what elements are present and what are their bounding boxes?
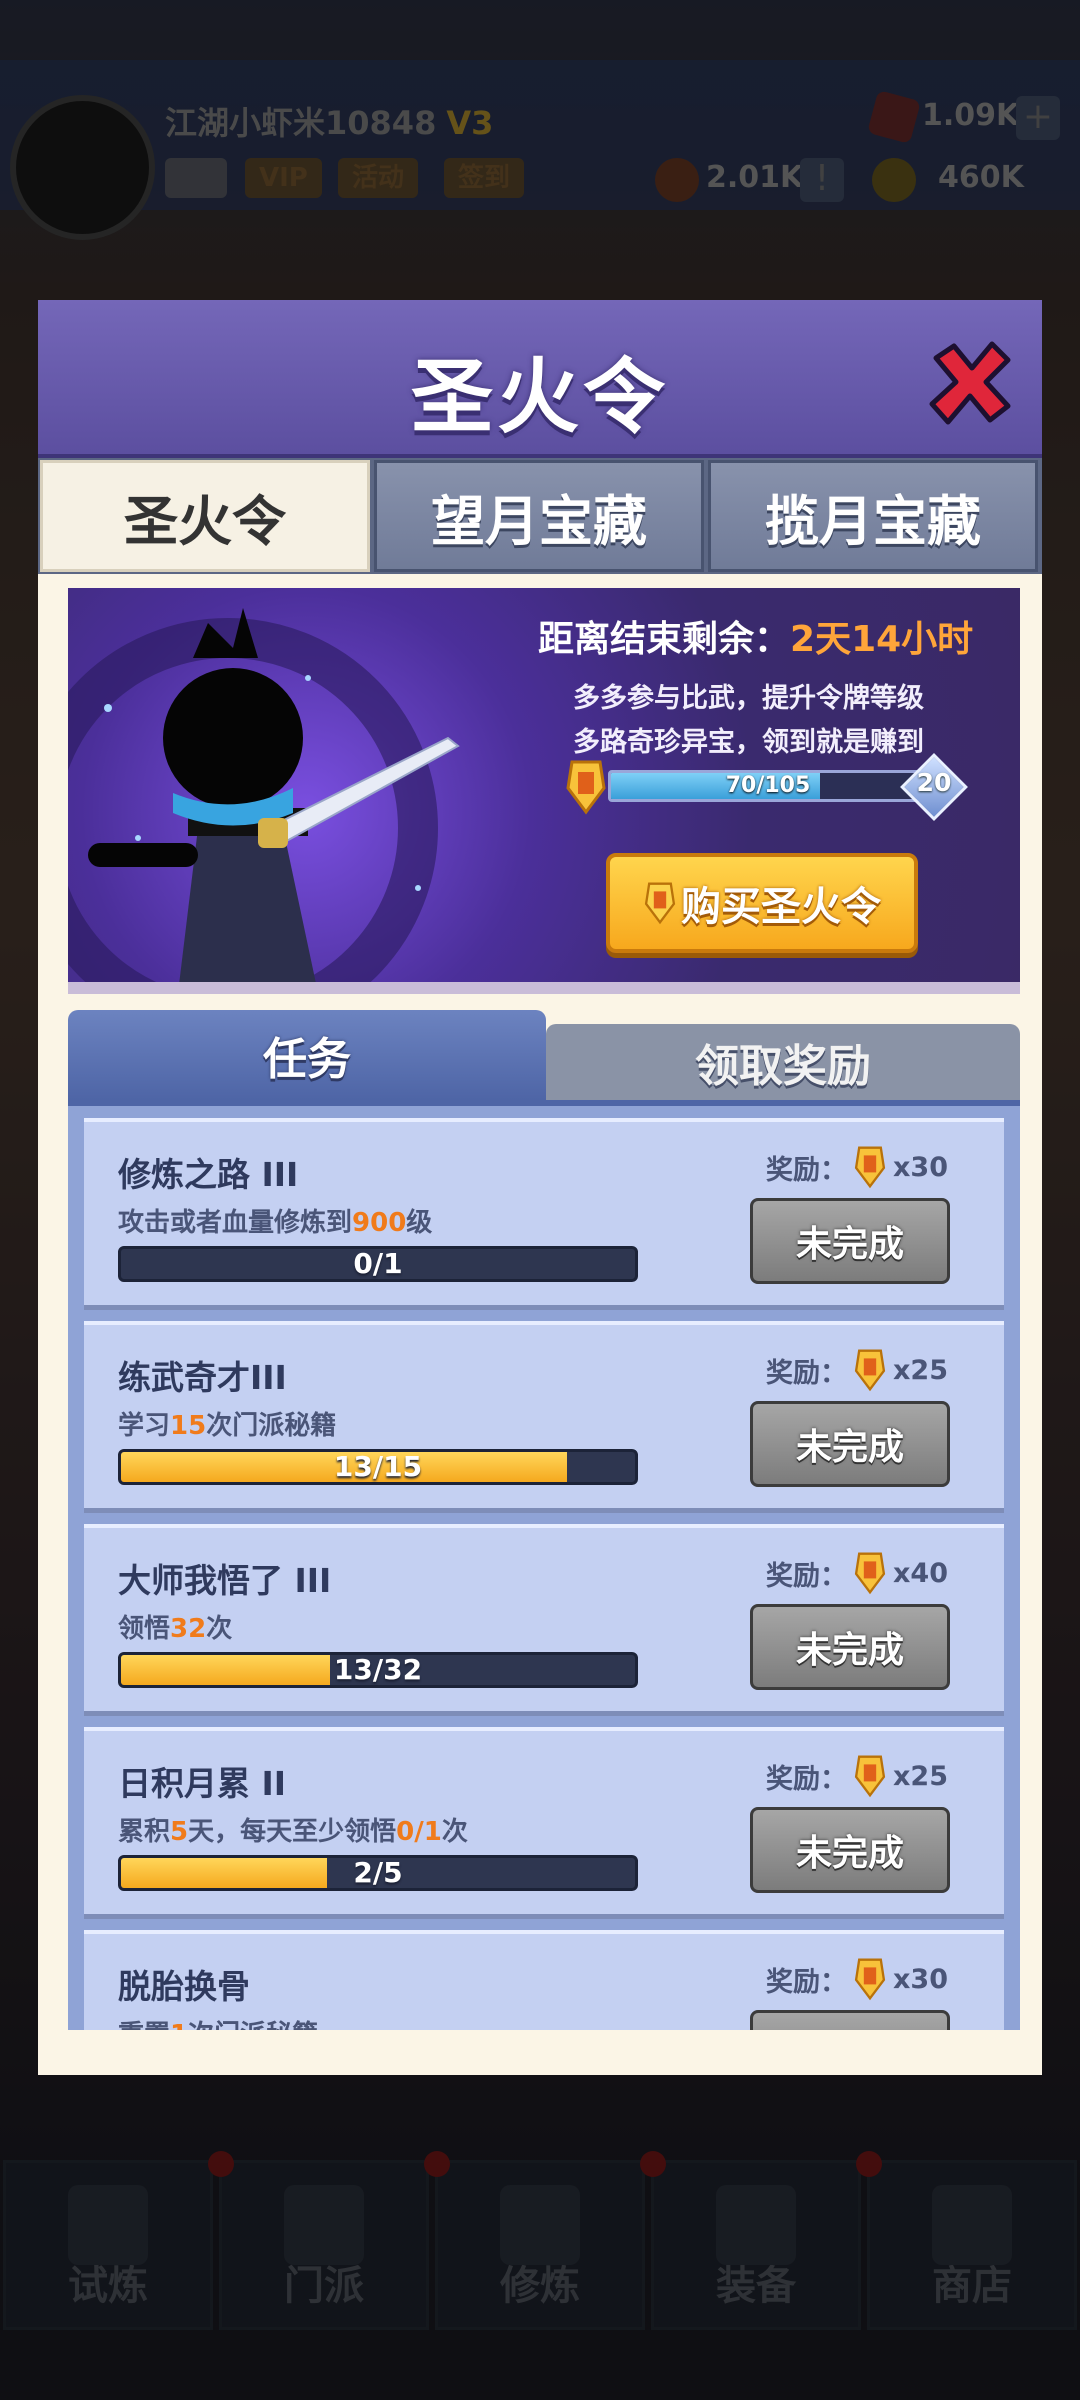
tab-label: 圣火令 xyxy=(124,489,286,553)
task-description: 累积5天，每天至少领悟0/1次 xyxy=(118,1811,468,1848)
task-description: 领悟32次 xyxy=(118,1608,232,1645)
token-icon xyxy=(854,1958,886,2001)
task-desc-highlight: 1 xyxy=(170,2020,188,2030)
reward-label: 奖励： xyxy=(766,1560,847,1592)
task-description: 学习15次门派秘籍 xyxy=(118,1405,336,1442)
tab-claim-rewards[interactable]: 领取奖励 xyxy=(546,1024,1020,1100)
close-icon[interactable] xyxy=(926,338,1014,426)
task-status-button[interactable]: 未完成 xyxy=(750,1401,950,1487)
reward-amount: x25 xyxy=(893,1760,948,1792)
tab-label: 望月宝藏 xyxy=(431,489,647,553)
task-desc-highlight: 32 xyxy=(170,1614,207,1644)
task-reward: 奖励： x30 xyxy=(766,1956,948,2002)
task-desc-text: 天，每天至少领悟 xyxy=(188,1817,397,1847)
task-desc-highlight: 0/1 xyxy=(396,1817,442,1847)
reward-amount: x40 xyxy=(893,1557,948,1589)
tab-grasp-moon-treasure[interactable]: 揽月宝藏 xyxy=(708,460,1038,572)
reward-amount: x25 xyxy=(893,1354,948,1386)
token-icon xyxy=(854,1552,886,1595)
task-title: 练武奇才III xyxy=(118,1358,287,1397)
banner-text-1: 多多参与比武，提升令牌等级 xyxy=(573,683,924,714)
task-status-button[interactable]: 未完成 xyxy=(750,1198,950,1284)
task-desc-text: 次 xyxy=(441,1817,468,1847)
reward-label: 奖励： xyxy=(766,1357,847,1389)
task-desc-text: 学习 xyxy=(118,1411,171,1441)
ninja-illustration xyxy=(68,608,460,993)
task-desc-text: 累积 xyxy=(118,1817,171,1847)
task-title: 脱胎换骨 xyxy=(118,1967,250,2006)
task-description: 重置1次门派秘籍 xyxy=(118,2014,318,2030)
task-desc-text: 领悟 xyxy=(118,1614,171,1644)
task-status-button[interactable]: 未完成 xyxy=(750,1604,950,1690)
task-progress-text: 2/5 xyxy=(353,1856,403,1889)
token-icon xyxy=(854,1755,886,1798)
task-reward: 奖励： x25 xyxy=(766,1753,948,1799)
buy-pass-button[interactable]: 购买圣火令 xyxy=(606,853,918,953)
pass-progress-text: 70/105 xyxy=(725,773,811,798)
task-card: 修炼之路 III 攻击或者血量修炼到900级 0/1 奖励： x30 未完成 xyxy=(84,1118,1004,1310)
task-progress-text: 13/15 xyxy=(333,1450,423,1483)
task-desc-text: 次门派秘籍 xyxy=(188,2020,318,2030)
task-desc-text: 次门派秘籍 xyxy=(206,1411,337,1441)
task-reward: 奖励： x40 xyxy=(766,1550,948,1596)
task-progress-text: 0/1 xyxy=(353,1247,403,1280)
token-icon xyxy=(566,760,606,815)
task-card: 日积月累 II 累积5天，每天至少领悟0/1次 2/5 奖励： x25 未完成 xyxy=(84,1727,1004,1919)
buy-pass-label: 购买圣火令 xyxy=(681,884,881,930)
task-status-button[interactable]: 未完成 xyxy=(750,2010,950,2030)
tab-rewards-label: 领取奖励 xyxy=(695,1041,871,1092)
tab-sacred-fire[interactable]: 圣火令 xyxy=(40,460,370,572)
popup-tabs: 圣火令 望月宝藏 揽月宝藏 xyxy=(38,458,1042,574)
reward-amount: x30 xyxy=(893,1963,948,1995)
tab-label: 揽月宝藏 xyxy=(765,489,981,553)
token-icon xyxy=(854,1146,886,1189)
task-status-label: 未完成 xyxy=(795,1833,904,1874)
task-progress-text: 13/32 xyxy=(333,1653,423,1686)
task-card: 脱胎换骨 重置1次门派秘籍 奖励： x30 未完成 xyxy=(84,1930,1004,2030)
popup-header: 圣火令 xyxy=(38,300,1042,458)
task-desc-text: 重置 xyxy=(118,2020,170,2030)
pass-banner: 距离结束剩余：2天14小时 多多参与比武，提升令牌等级 多路奇珍异宝，领到就是赚… xyxy=(68,588,1020,993)
task-desc-highlight: 15 xyxy=(170,1411,207,1441)
reward-label: 奖励： xyxy=(766,1966,847,1998)
task-title: 修炼之路 III xyxy=(118,1155,299,1194)
task-title: 日积月累 II xyxy=(118,1764,287,1803)
pass-level: 20 xyxy=(916,768,952,797)
popup-title: 圣火令 xyxy=(410,350,669,445)
tab-moon-treasure[interactable]: 望月宝藏 xyxy=(374,460,704,572)
countdown: 距离结束剩余：2天14小时 xyxy=(538,610,973,662)
task-card: 大师我悟了 III 领悟32次 13/32 奖励： x40 未完成 xyxy=(84,1524,1004,1716)
task-desc-text: 次 xyxy=(206,1614,233,1644)
task-desc-highlight: 900 xyxy=(352,1208,407,1238)
banner-text-2: 多路奇珍异宝，领到就是赚到 xyxy=(573,727,924,758)
task-list[interactable]: 修炼之路 III 攻击或者血量修炼到900级 0/1 奖励： x30 未完成 练… xyxy=(68,1100,1020,2030)
task-description: 攻击或者血量修炼到900级 xyxy=(118,1202,432,1239)
task-card: 练武奇才III 学习15次门派秘籍 13/15 奖励： x25 未完成 xyxy=(84,1321,1004,1513)
reward-amount: x30 xyxy=(893,1151,948,1183)
reward-label: 奖励： xyxy=(766,1763,847,1795)
task-status-label: 未完成 xyxy=(795,1630,904,1671)
task-desc-text: 攻击或者血量修炼到 xyxy=(118,1208,353,1238)
countdown-value: 2天14小时 xyxy=(790,619,974,660)
task-status-label: 未完成 xyxy=(796,2027,904,2030)
task-reward: 奖励： x25 xyxy=(766,1347,948,1393)
task-status-label: 未完成 xyxy=(795,1224,904,1265)
task-status-label: 未完成 xyxy=(795,1427,904,1468)
token-icon xyxy=(854,1349,886,1392)
sub-tabs: 任务 领取奖励 xyxy=(68,1010,1020,1100)
tab-tasks-label: 任务 xyxy=(263,1034,351,1085)
sacred-fire-popup: 圣火令 圣火令 望月宝藏 揽月宝藏 距离结束剩余：2天14小时 多多参与比武，提… xyxy=(38,300,1042,2075)
tab-tasks[interactable]: 任务 xyxy=(68,1010,546,1100)
reward-label: 奖励： xyxy=(766,1154,847,1186)
task-title: 大师我悟了 III xyxy=(118,1561,332,1600)
task-reward: 奖励： x30 xyxy=(766,1144,948,1190)
countdown-label: 距离结束剩余： xyxy=(538,619,791,660)
task-desc-text: 级 xyxy=(406,1208,433,1238)
token-icon xyxy=(644,882,676,925)
task-desc-highlight: 5 xyxy=(170,1817,189,1847)
task-status-button[interactable]: 未完成 xyxy=(750,1807,950,1893)
banner-divider xyxy=(68,982,1020,994)
